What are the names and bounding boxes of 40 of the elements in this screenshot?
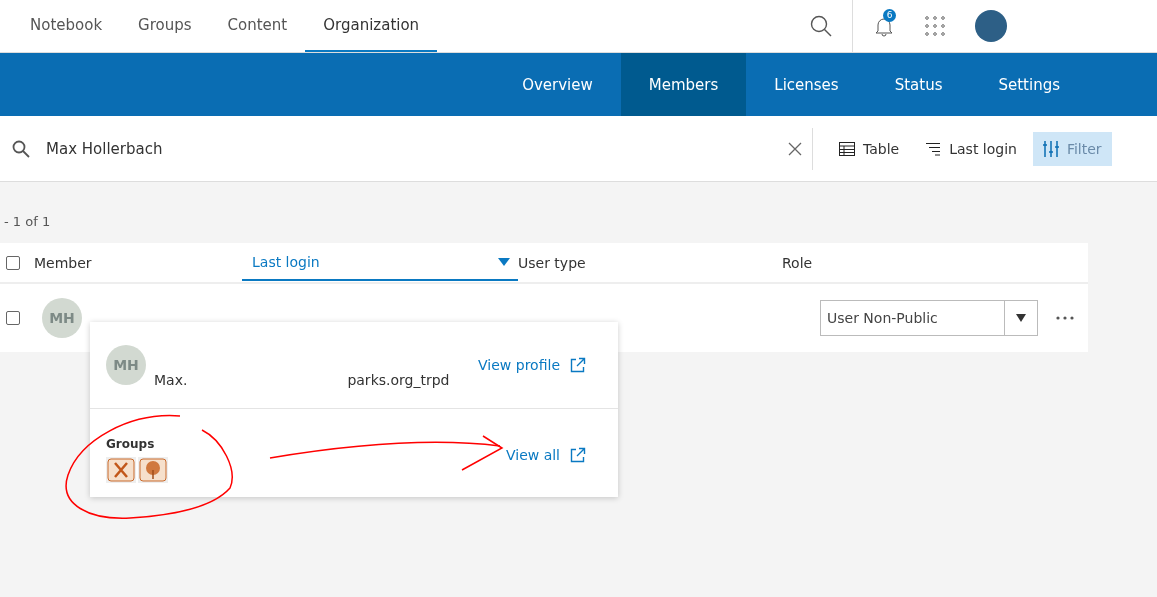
sort-icon [925, 141, 942, 156]
search-field[interactable]: Max Hollerbach [44, 138, 774, 159]
column-header[interactable]: User type [518, 254, 782, 271]
toolbar-button[interactable]: Table [829, 132, 910, 165]
view-profile-link[interactable]: View profile [478, 357, 602, 373]
close-icon[interactable] [788, 141, 802, 156]
table-icon [839, 141, 855, 156]
apps-grid-icon[interactable] [925, 16, 945, 36]
member-avatar: MH [106, 345, 146, 385]
filter-icon [1042, 139, 1059, 158]
caret-icon [1016, 314, 1026, 322]
sort-caret-icon[interactable] [498, 257, 510, 266]
member-avatar: MH [42, 298, 82, 338]
checkbox[interactable] [6, 255, 20, 270]
nav-tab[interactable]: Content [209, 0, 306, 52]
view-all-link[interactable]: View all [505, 447, 602, 463]
external-link-icon [570, 357, 586, 373]
tree-icon[interactable] [139, 458, 167, 482]
nav-tab[interactable]: Members [620, 53, 747, 116]
nav-tab[interactable]: Settings [970, 53, 1088, 116]
column-header[interactable]: Last login [242, 244, 518, 281]
toolbar-button[interactable]: Last login [915, 132, 1027, 165]
nav-tab[interactable]: Licenses [746, 53, 867, 116]
search-icon[interactable] [810, 15, 832, 37]
email-text: Max. [154, 372, 188, 388]
nav-tab[interactable]: Status [866, 53, 971, 116]
nav-tab[interactable]: Notebook [12, 0, 121, 52]
checkbox[interactable] [6, 311, 20, 325]
result-count: - 1 of 1 [4, 214, 51, 229]
more-icon[interactable] [1056, 316, 1074, 320]
nav-tab[interactable]: Groups [120, 0, 210, 52]
column-header[interactable]: Role [782, 254, 1088, 271]
nav-tab[interactable]: Overview [494, 53, 621, 116]
external-link-icon [570, 447, 586, 463]
role-dropdown[interactable]: User Non-Public [820, 300, 1038, 336]
user-avatar[interactable] [975, 10, 1007, 42]
groups-title: Groups [106, 437, 156, 451]
search-icon [12, 139, 30, 158]
notification-badge: 6 [883, 9, 896, 22]
email-text: parks.org_trpd [347, 372, 450, 388]
